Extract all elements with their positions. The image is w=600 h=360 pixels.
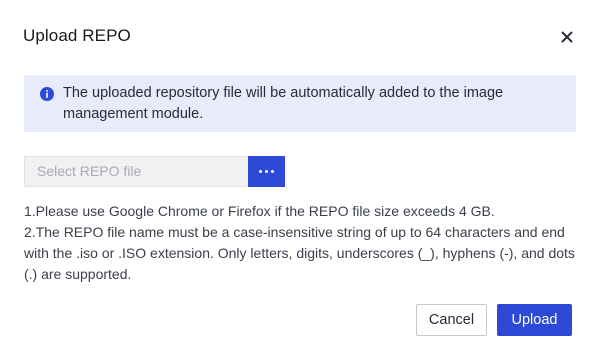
close-icon[interactable] [558,28,576,46]
info-text: The uploaded repository file will be aut… [63,85,504,122]
info-banner: The uploaded repository file will be aut… [24,75,576,132]
note-item: 2.The REPO file name must be a case-inse… [24,224,575,282]
browse-file-button[interactable] [248,156,285,187]
cancel-button[interactable]: Cancel [416,304,487,336]
upload-notes: 1.Please use Google Chrome or Firefox if… [24,201,584,285]
upload-button[interactable]: Upload [497,304,572,336]
repo-file-input[interactable]: Select REPO file [24,156,248,187]
info-icon [40,87,54,101]
note-item: 1.Please use Google Chrome or Firefox if… [24,203,495,219]
upload-repo-dialog: Upload REPO The uploaded repository file… [0,0,600,360]
dialog-title: Upload REPO [23,26,131,45]
